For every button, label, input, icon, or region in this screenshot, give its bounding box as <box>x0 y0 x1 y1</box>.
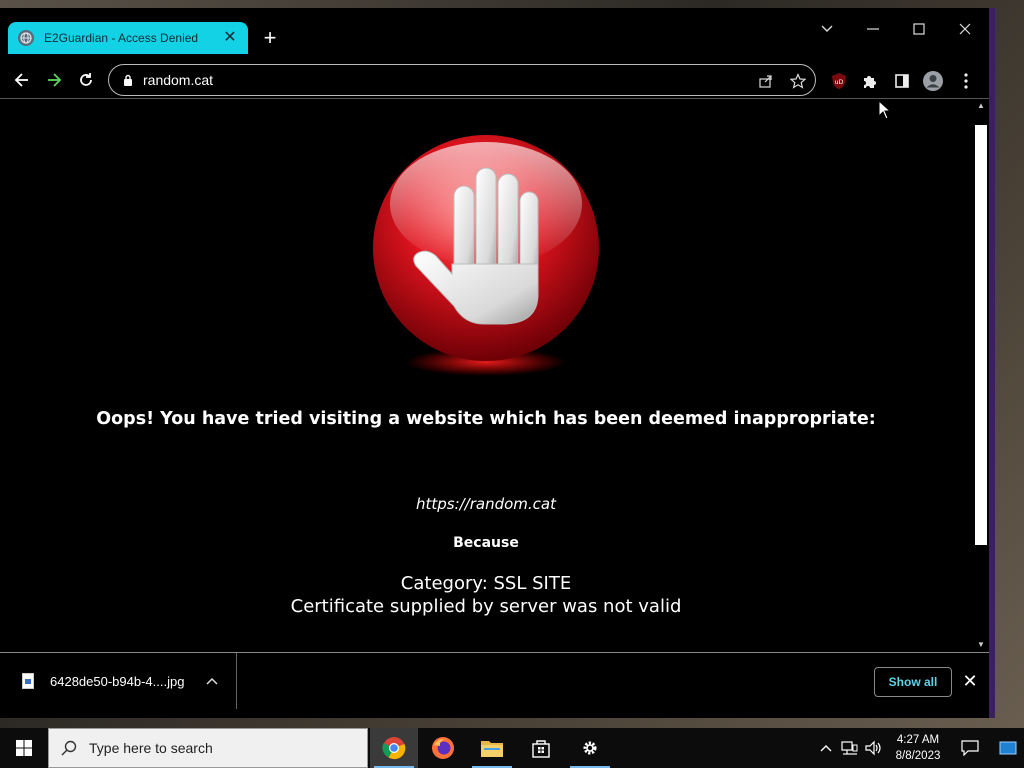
block-category: Category: SSL SITE <box>400 573 572 594</box>
scroll-down-icon[interactable]: ▼ <box>975 640 987 650</box>
side-panel-icon[interactable] <box>891 70 913 92</box>
browser-window: E2Guardian - Access Denied ✕ + random.ca… <box>0 8 995 718</box>
start-button[interactable] <box>0 728 48 768</box>
minimize-icon <box>867 28 879 30</box>
new-tab-button[interactable]: + <box>258 26 282 50</box>
mouse-cursor-icon <box>878 100 892 120</box>
gear-icon <box>583 741 597 755</box>
scroll-up-icon[interactable]: ▲ <box>975 101 987 111</box>
address-bar[interactable]: random.cat <box>108 64 816 96</box>
clock[interactable]: 4:27 AM 8/8/2023 <box>886 728 950 768</box>
download-item[interactable]: 6428de50-b94b-4....jpg <box>0 653 237 709</box>
tab-close-icon[interactable]: ✕ <box>222 30 238 46</box>
system-tray: 4:27 AM 8/8/2023 <box>812 728 1024 768</box>
chevron-up-icon[interactable] <box>206 674 218 688</box>
taskbar-settings[interactable] <box>566 728 614 768</box>
chevron-down-icon <box>821 25 833 32</box>
browser-toolbar: random.cat uD <box>0 62 989 98</box>
chrome-icon <box>382 737 406 760</box>
profile-avatar-icon[interactable] <box>922 70 944 92</box>
extensions-puzzle-icon[interactable] <box>859 70 881 92</box>
globe-icon <box>18 30 34 46</box>
firefox-icon <box>432 737 454 759</box>
title-bar: E2Guardian - Access Denied ✕ + <box>0 8 989 62</box>
lock-icon <box>124 74 132 86</box>
clock-time: 4:27 AM <box>896 734 940 746</box>
minimize-button[interactable] <box>850 14 896 44</box>
taskbar-store[interactable] <box>517 728 565 768</box>
bookmark-star-icon[interactable] <box>789 72 807 90</box>
folder-icon <box>481 741 503 757</box>
tab-search-button[interactable] <box>804 14 850 44</box>
block-reason: Certificate supplied by server was not v… <box>290 596 682 617</box>
show-hidden-icons-chevron-icon[interactable] <box>816 738 836 758</box>
search-icon <box>61 740 77 756</box>
close-shelf-icon[interactable]: ✕ <box>960 671 980 691</box>
svg-text:uD: uD <box>835 79 844 86</box>
store-bag-icon <box>532 740 550 758</box>
vertical-scrollbar[interactable]: ▲ ▼ <box>972 99 989 652</box>
stop-hand-icon <box>373 135 599 376</box>
show-desktop-icon[interactable] <box>996 738 1020 758</box>
address-url: random.cat <box>143 72 214 88</box>
desktop: E2Guardian - Access Denied ✕ + random.ca… <box>0 0 1024 768</box>
taskbar-firefox[interactable] <box>419 728 467 768</box>
search-placeholder: Type here to search <box>89 740 213 756</box>
arrow-left-icon <box>14 73 28 87</box>
network-icon[interactable] <box>840 738 860 758</box>
reload-icon <box>80 73 92 86</box>
blocked-url: https://random.cat <box>415 495 557 513</box>
because-label: Because <box>453 535 519 551</box>
block-message: Oops! You have tried visiting a website … <box>96 409 876 429</box>
taskbar-search-box[interactable]: Type here to search <box>48 728 368 768</box>
back-button[interactable] <box>8 66 36 94</box>
taskbar-file-explorer[interactable] <box>468 728 516 768</box>
maximize-button[interactable] <box>896 14 942 44</box>
maximize-icon <box>913 23 925 35</box>
close-window-button[interactable] <box>942 14 988 44</box>
image-file-icon <box>22 673 34 689</box>
download-file-name: 6428de50-b94b-4....jpg <box>50 673 185 689</box>
scroll-thumb[interactable] <box>975 125 987 545</box>
tab-title: E2Guardian - Access Denied <box>44 31 199 45</box>
arrow-right-icon <box>48 73 62 87</box>
reload-button[interactable] <box>72 66 100 94</box>
show-all-button[interactable]: Show all <box>874 667 952 697</box>
volume-icon[interactable] <box>864 738 884 758</box>
tab-active[interactable]: E2Guardian - Access Denied ✕ <box>8 22 248 54</box>
taskbar: Type here to search 4:27 AM 8/8/2023 <box>0 728 1024 768</box>
taskbar-chrome[interactable] <box>370 728 418 768</box>
page-content: Oops! You have tried visiting a website … <box>0 99 972 652</box>
windows-logo-icon <box>16 740 32 756</box>
download-shelf: 6428de50-b94b-4....jpg Show all ✕ <box>0 652 989 709</box>
share-icon[interactable] <box>757 72 775 90</box>
clock-date: 8/8/2023 <box>895 750 941 762</box>
notifications-icon[interactable] <box>960 738 980 758</box>
ublock-origin-icon[interactable]: uD <box>828 70 850 92</box>
close-icon <box>959 23 971 35</box>
forward-button[interactable] <box>40 66 68 94</box>
menu-kebab-icon[interactable] <box>955 70 977 92</box>
